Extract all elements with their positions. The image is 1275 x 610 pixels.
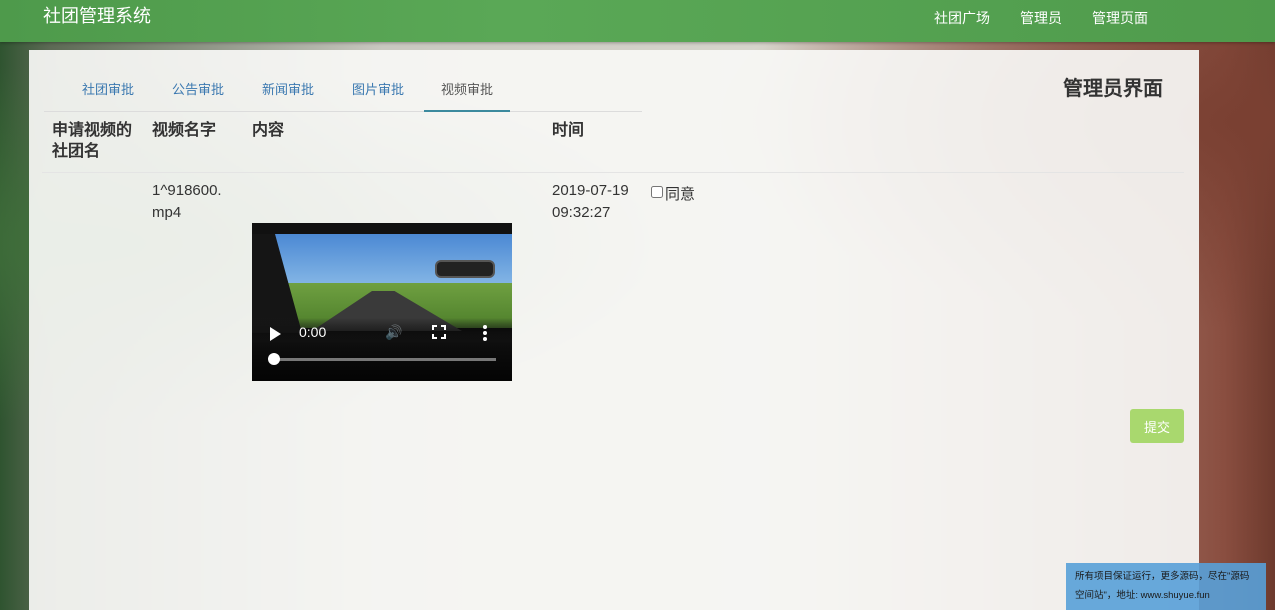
video-controls [252, 318, 512, 381]
col-header-club-name: 申请视频的社团名 [52, 122, 133, 160]
agree-checkbox-label[interactable]: 同意 [651, 183, 695, 204]
col-header-content: 内容 [252, 122, 285, 139]
approval-tabs: 社团审批 公告审批 新闻审批 图片审批 视频审批 [44, 76, 642, 112]
more-options-icon[interactable] [482, 324, 488, 342]
volume-icon[interactable]: 🔊 [385, 324, 402, 341]
brand-title[interactable]: 社团管理系统 [43, 5, 151, 27]
admin-panel: 管理员界面 社团审批 公告审批 新闻审批 图片审批 视频审批 申请视频的社团名 … [29, 50, 1199, 610]
top-navbar: 社团管理系统 社团广场 管理员 管理页面 [0, 0, 1275, 42]
col-header-time: 时间 [552, 122, 585, 139]
agree-text: 同意 [665, 186, 696, 203]
submit-button[interactable]: 提交 [1130, 409, 1184, 443]
video-progress-bar[interactable] [270, 358, 496, 361]
play-icon[interactable] [270, 327, 281, 341]
nav-link-admin[interactable]: 管理员 [1020, 8, 1062, 28]
tab-video-approval[interactable]: 视频审批 [424, 76, 510, 112]
time-cell: 2019-07-19 09:32:27 [552, 182, 629, 221]
video-progress-handle[interactable] [268, 353, 280, 365]
page-title: 管理员界面 [1063, 78, 1163, 100]
col-header-video-name: 视频名字 [152, 122, 217, 139]
video-current-time: 0:00 [299, 324, 327, 340]
source-ad-line-2: 空间站"，地址: www.shuyue.fun [1075, 590, 1210, 601]
tab-picture-approval[interactable]: 图片审批 [349, 76, 407, 110]
tab-notice-approval[interactable]: 公告审批 [169, 76, 227, 110]
nav-link-club-square[interactable]: 社团广场 [934, 8, 990, 28]
nav-link-admin-page[interactable]: 管理页面 [1092, 8, 1148, 28]
tab-news-approval[interactable]: 新闻审批 [259, 76, 317, 110]
tab-club-approval[interactable]: 社团审批 [79, 76, 137, 110]
source-ad-note[interactable]: 所有项目保证运行，更多源码，尽在"源码 空间站"，地址: www.shuyue.… [1066, 563, 1266, 610]
video-name-cell: 1^918600.mp4 [152, 182, 222, 221]
row-divider [42, 172, 1184, 173]
agree-checkbox[interactable] [651, 186, 663, 198]
fullscreen-icon[interactable] [432, 325, 446, 339]
source-ad-line-1: 所有项目保证运行，更多源码，尽在"源码 [1075, 571, 1250, 582]
video-player[interactable]: 0:00 🔊 [252, 223, 512, 381]
